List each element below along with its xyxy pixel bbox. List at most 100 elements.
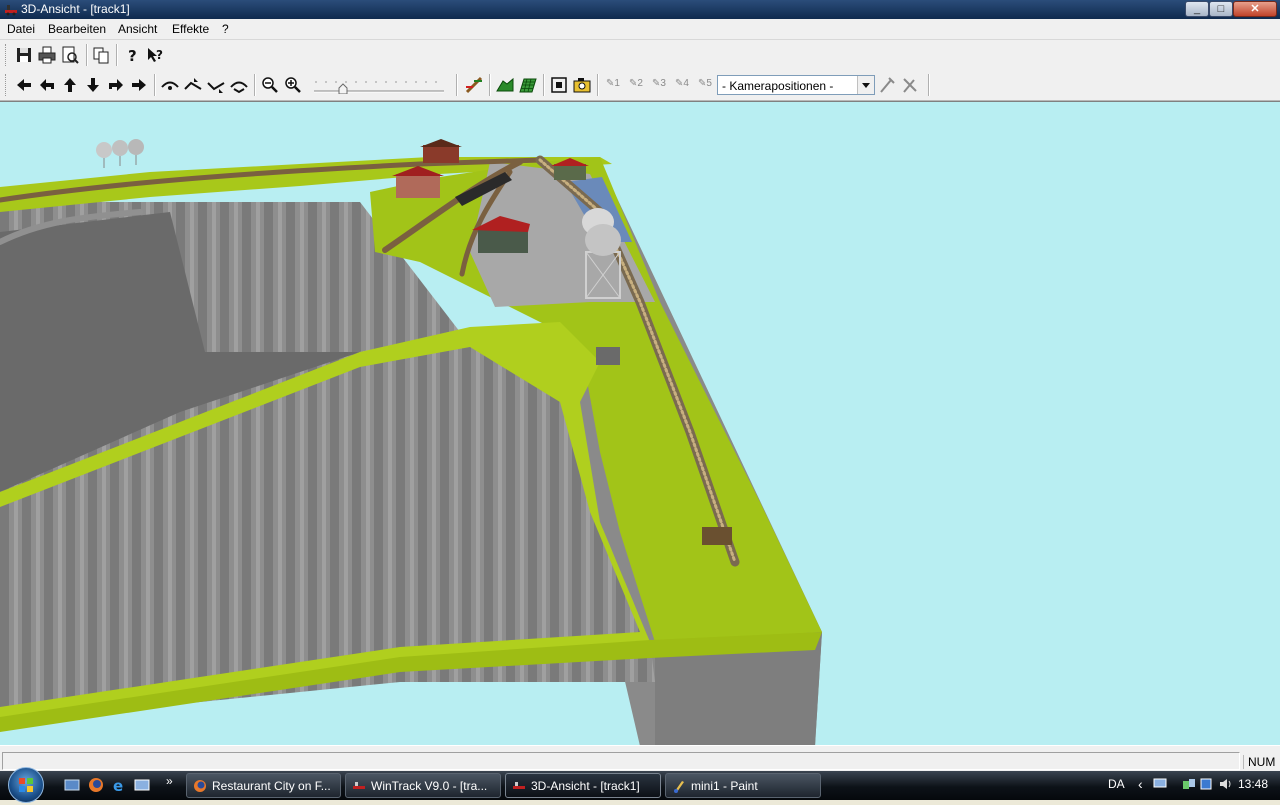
context-help-icon: ? [148, 48, 163, 62]
print-preview-button[interactable] [60, 45, 80, 65]
move-right-button[interactable] [129, 75, 149, 95]
firefox-icon [194, 780, 206, 792]
dropdown-arrow[interactable] [857, 76, 874, 94]
camera-position-4-button[interactable]: ✎4 [675, 78, 689, 89]
camera-position-1-label: 1 [614, 78, 620, 89]
landscape-button[interactable] [495, 75, 515, 95]
camera-icon [573, 78, 591, 93]
quick-launch-chevron[interactable]: » [166, 774, 173, 788]
walk-left-icon [184, 78, 202, 90]
toolbar-separator [456, 74, 458, 96]
menu-ansicht[interactable]: Ansicht [118, 22, 157, 36]
menu-bearbeiten[interactable]: Bearbeiten [48, 22, 106, 36]
walk-down-button[interactable] [206, 75, 226, 95]
turn-left-button[interactable] [37, 75, 57, 95]
set-camera-button[interactable] [877, 75, 897, 95]
building-station [420, 139, 462, 163]
toolbar-separator [254, 74, 256, 96]
landscape-icon [496, 77, 514, 92]
window-switcher-icon[interactable] [134, 777, 150, 793]
menu-datei[interactable]: Datei [7, 22, 35, 36]
fit-view-button[interactable] [549, 75, 569, 95]
move-down-button[interactable] [83, 75, 103, 95]
sync-icon[interactable] [1199, 777, 1213, 791]
clock[interactable]: 13:48 [1238, 777, 1268, 791]
walk-up-icon [161, 81, 179, 90]
close-button[interactable]: ✕ [1233, 1, 1277, 17]
title-bar[interactable]: 3D-Ansicht - [track1] _ □ ✕ [0, 0, 1280, 19]
walk-right-button[interactable] [229, 75, 249, 95]
toolbar-separator [154, 74, 156, 96]
network-icon[interactable] [1182, 777, 1196, 791]
camera-position-4-label: 4 [683, 78, 689, 89]
start-button[interactable] [8, 767, 44, 803]
zoom-out-button[interactable] [260, 75, 280, 95]
move-left-button[interactable] [14, 75, 34, 95]
print-button[interactable] [37, 45, 57, 65]
zoom-out-icon [262, 77, 278, 93]
context-help-button[interactable]: ? [145, 45, 165, 65]
language-indicator[interactable]: DA [1108, 777, 1125, 791]
num-lock-indicator: NUM [1243, 755, 1280, 769]
app-icon [5, 5, 17, 16]
menu-effekte[interactable]: Effekte [172, 22, 209, 36]
svg-text:?: ? [128, 47, 137, 65]
svg-text:?: ? [156, 48, 163, 62]
copy-button[interactable] [91, 45, 111, 65]
track-button[interactable] [464, 75, 484, 95]
internet-explorer-icon[interactable]: e [111, 777, 127, 793]
camera-button[interactable] [572, 75, 592, 95]
camera-position-5-button[interactable]: ✎5 [698, 78, 712, 89]
menu-bar: Datei Bearbeiten Ansicht Effekte ? [0, 19, 1280, 40]
windows-logo-icon [19, 778, 33, 792]
save-button[interactable] [14, 45, 34, 65]
camera-position-2-button[interactable]: ✎2 [629, 78, 643, 89]
camera-position-select[interactable]: - Kamerapositionen - [717, 75, 875, 95]
task-restaurant-city[interactable]: Restaurant City on F... [186, 773, 341, 798]
walk-left-button[interactable] [183, 75, 203, 95]
firefox-icon[interactable] [88, 777, 104, 793]
camera-position-1-button[interactable]: ✎1 [606, 78, 620, 89]
arrow-up-icon [64, 78, 76, 92]
show-desktop-icon[interactable] [64, 777, 80, 793]
camera-position-2-label: 2 [637, 78, 643, 89]
toolbar-grip[interactable] [5, 74, 9, 96]
zoom-slider-thumb[interactable] [338, 83, 348, 94]
display-icon[interactable] [1153, 777, 1167, 791]
task-wintrack[interactable]: WinTrack V9.0 - [tra... [345, 773, 501, 798]
task-paint[interactable]: mini1 - Paint [665, 773, 821, 798]
toolbar-navigation: ✎1 ✎2 ✎3 ✎4 ✎5 [0, 70, 1280, 101]
toolbar-separator [597, 74, 599, 96]
chevron-down-icon [862, 83, 870, 88]
turn-right-button[interactable] [106, 75, 126, 95]
move-up-button[interactable] [60, 75, 80, 95]
toolbar-separator [928, 74, 930, 96]
walk-up-button[interactable] [160, 75, 180, 95]
status-bar: NUM [0, 745, 1280, 772]
save-icon [17, 48, 31, 62]
arrow-turn-left-icon [40, 79, 54, 91]
zoom-in-button[interactable] [283, 75, 303, 95]
delete-camera-button[interactable] [900, 75, 920, 95]
wintrack-3d-icon [513, 782, 525, 789]
minimize-button[interactable]: _ [1185, 1, 1209, 17]
camera-pin-icon [880, 77, 895, 93]
toolbar-grip[interactable] [5, 44, 9, 66]
grid-button[interactable] [518, 75, 538, 95]
task-label: 3D-Ansicht - [track1] [531, 779, 640, 793]
volume-icon[interactable] [1218, 777, 1232, 791]
tray-expand-chevron[interactable]: ‹ [1138, 776, 1143, 792]
arrow-left-icon [17, 79, 31, 91]
3d-viewport[interactable] [0, 101, 1280, 745]
help-button[interactable]: ? [122, 45, 142, 65]
camera-position-3-button[interactable]: ✎3 [652, 78, 666, 89]
track-icon [465, 76, 483, 94]
arrow-turn-right-icon [109, 79, 123, 91]
silos [96, 139, 144, 168]
maximize-button[interactable]: □ [1209, 1, 1233, 17]
task-3d-ansicht[interactable]: 3D-Ansicht - [track1] [505, 773, 661, 798]
maximize-icon: □ [1217, 3, 1225, 15]
walk-down-icon [207, 82, 225, 93]
menu-help[interactable]: ? [222, 22, 229, 36]
zoom-slider[interactable] [312, 78, 446, 94]
